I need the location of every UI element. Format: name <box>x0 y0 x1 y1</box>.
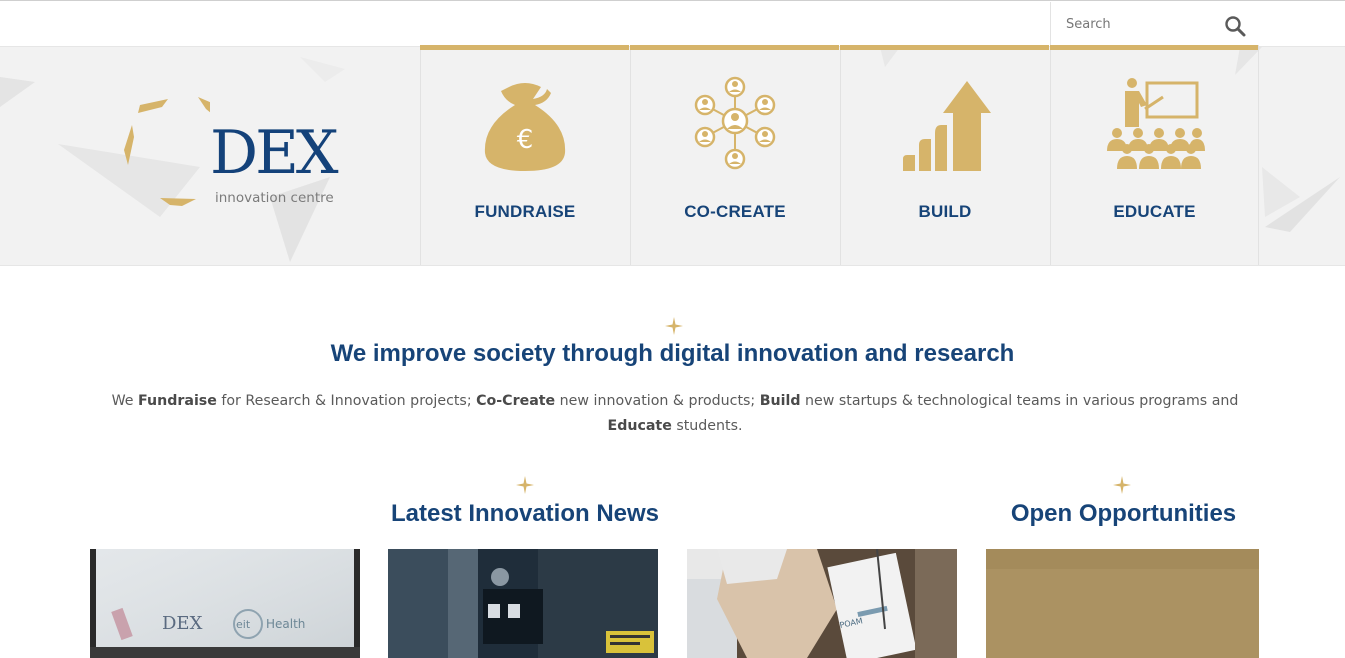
tile-fundraise[interactable]: € FUNDRAISE <box>420 45 629 265</box>
intro-paragraph: We Fundraise for Research & Innovation p… <box>111 393 1239 434</box>
search-input[interactable] <box>1066 9 1216 40</box>
sparkle-icon <box>516 476 534 494</box>
health-text: Health <box>266 617 305 631</box>
page-headline: We improve society through digital innov… <box>330 340 1015 367</box>
tile-label: BUILD <box>918 202 972 221</box>
tile-build[interactable]: BUILD <box>840 45 1049 265</box>
intro-educate: Educate <box>607 418 672 434</box>
open-opportunities-heading: Open Opportunities <box>1010 500 1237 527</box>
tile-label: FUNDRAISE <box>474 202 576 221</box>
news-card-dex-eit-health[interactable]: DEX eit Health <box>90 549 360 658</box>
intro-co-create: Co-Create <box>476 393 556 409</box>
search-icon[interactable] <box>1223 14 1247 38</box>
opportunity-image <box>986 549 1259 658</box>
network-people-icon <box>694 76 776 170</box>
sparkle-icon <box>665 317 683 335</box>
news-card-business-desk[interactable]: POAM <box>687 549 957 658</box>
news-image <box>388 549 658 658</box>
logo-tagline: innovation centre <box>215 190 334 206</box>
eit-text: eit <box>236 618 251 631</box>
latest-news-heading: Latest Innovation News <box>390 500 660 527</box>
intro-build: Build <box>759 393 801 409</box>
dex-logo[interactable]: DEX innovation centre <box>120 95 360 215</box>
tile-co-create[interactable]: CO-CREATE <box>630 45 839 265</box>
intro-fundraise: Fundraise <box>138 393 217 409</box>
growth-bars-arrow-icon <box>903 81 991 171</box>
dex-screen-text: DEX <box>162 613 203 634</box>
news-image: POAM <box>687 549 957 658</box>
logo-ring-icon <box>124 97 210 206</box>
logo-wordmark: DEX <box>210 118 339 188</box>
search-box <box>1050 2 1259 47</box>
opportunity-card[interactable] <box>986 549 1259 658</box>
money-bag-euro-icon: € <box>484 83 566 171</box>
teacher-classroom-icon <box>1107 78 1205 169</box>
tile-educate[interactable]: EDUCATE <box>1050 45 1259 265</box>
tile-label: EDUCATE <box>1113 202 1196 221</box>
top-bar <box>0 0 1345 47</box>
news-card-electronics[interactable] <box>388 549 658 658</box>
svg-text:€: € <box>517 125 534 155</box>
news-image: DEX eit Health <box>90 549 360 658</box>
tile-label: CO-CREATE <box>684 202 786 221</box>
sparkle-icon <box>1113 476 1131 494</box>
